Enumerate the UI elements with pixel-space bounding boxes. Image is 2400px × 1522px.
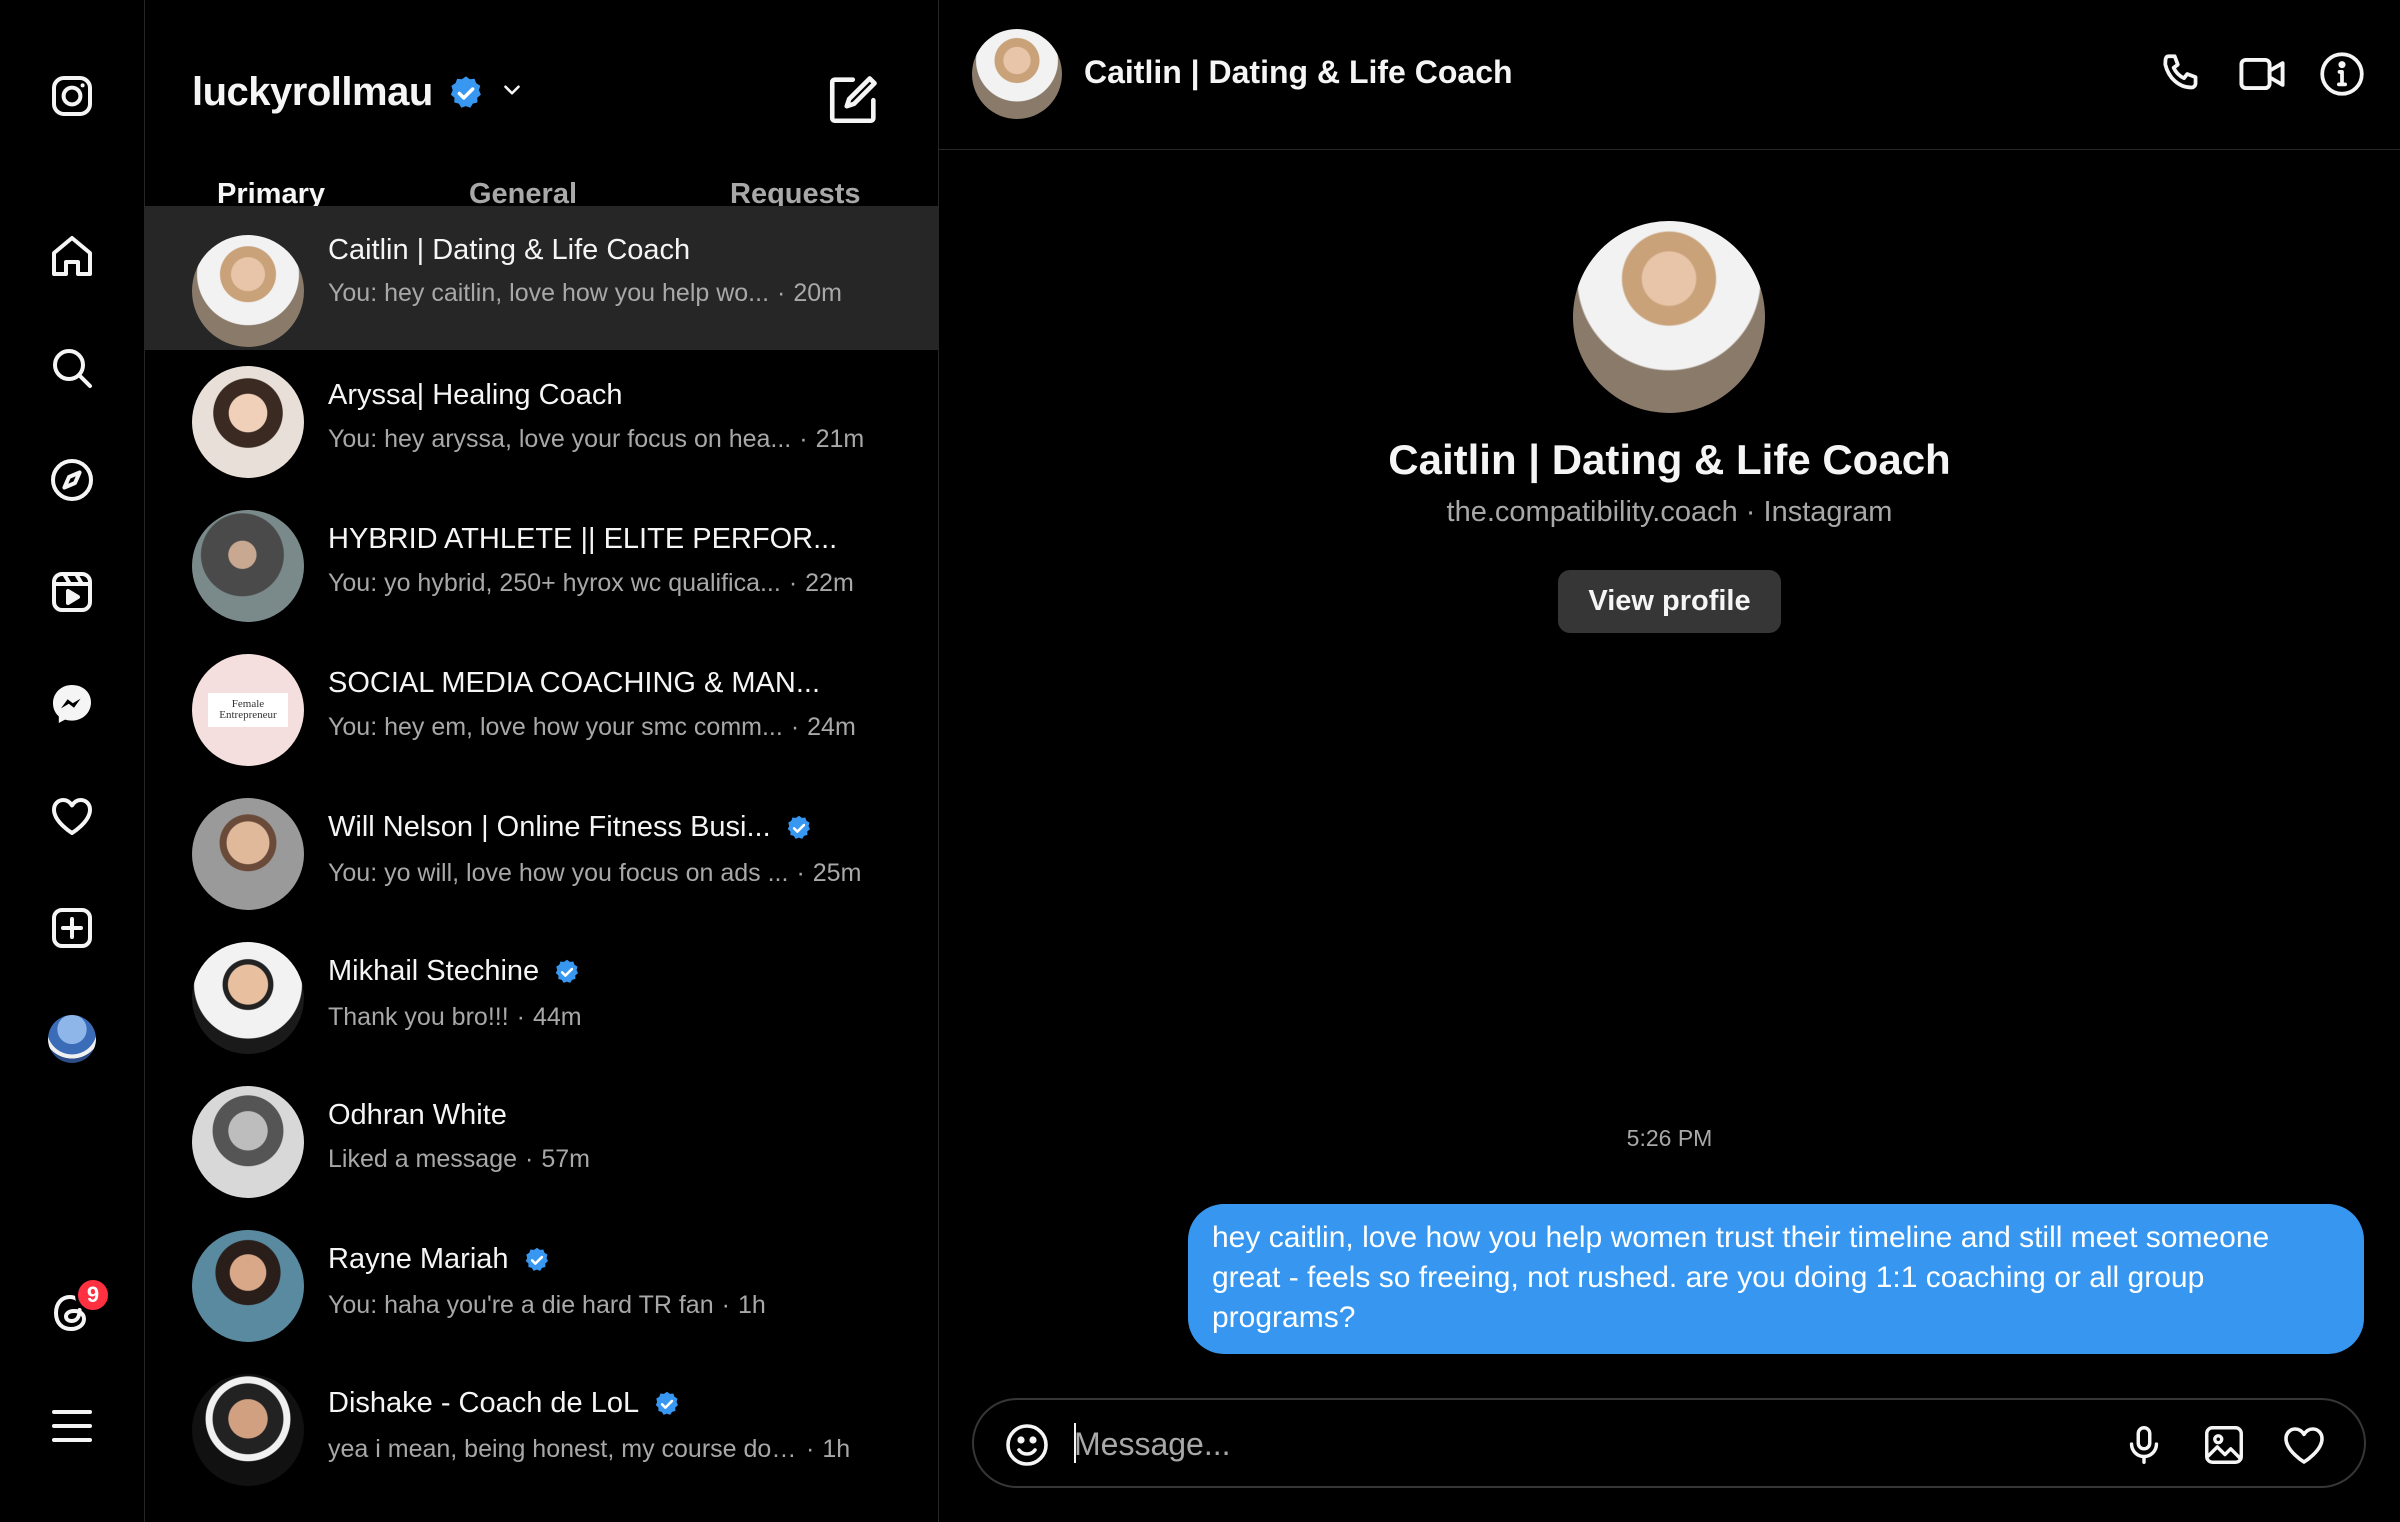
conversation-preview: You: yo hybrid, 250+ hyrox wc qualifica.… xyxy=(328,569,854,597)
conversation-name: Odhran White xyxy=(328,1099,507,1131)
create-icon[interactable] xyxy=(46,902,98,954)
like-heart-icon[interactable] xyxy=(2279,1420,2329,1470)
conversation-preview: yea i mean, being honest, my course doe.… xyxy=(328,1435,851,1463)
conversation-item[interactable]: Caitlin | Dating & Life Coach You: hey c… xyxy=(145,206,938,350)
left-nav-rail: 9 xyxy=(0,0,145,1522)
conversation-item[interactable]: Rayne Mariah You: haha you're a die hard… xyxy=(145,1214,938,1358)
account-switcher[interactable]: luckyrollmau xyxy=(192,70,525,115)
avatar xyxy=(192,942,304,1054)
avatar xyxy=(192,1086,304,1198)
view-profile-button[interactable]: View profile xyxy=(1558,570,1781,633)
new-message-compose-icon[interactable] xyxy=(825,70,883,128)
verified-badge-icon xyxy=(447,74,485,112)
chat-profile-name: Caitlin | Dating & Life Coach xyxy=(1388,436,1951,483)
profile-avatar[interactable] xyxy=(48,1015,96,1063)
chat-profile-avatar xyxy=(1573,221,1765,413)
conversation-preview: You: hey aryssa, love your focus on hea.… xyxy=(328,425,865,453)
chat-header-avatar[interactable] xyxy=(972,29,1062,119)
verified-badge-icon xyxy=(655,1391,679,1415)
conversation-preview: Liked a message · 57m xyxy=(328,1145,590,1173)
conversation-name: Rayne Mariah xyxy=(328,1243,551,1276)
conversation-name: Caitlin | Dating & Life Coach xyxy=(328,234,691,266)
audio-call-icon[interactable] xyxy=(2154,46,2210,102)
avatar xyxy=(192,798,304,910)
conversation-name: Mikhail Stechine xyxy=(328,955,581,988)
verified-badge-icon xyxy=(525,1247,548,1271)
message-input[interactable] xyxy=(1074,1418,2094,1470)
search-icon[interactable] xyxy=(46,342,98,394)
message-composer xyxy=(972,1398,2366,1488)
avatar xyxy=(192,235,304,347)
notifications-heart-icon[interactable] xyxy=(46,790,98,842)
conversation-name: Dishake - Coach de LoL xyxy=(328,1387,681,1420)
conversation-preview: You: hey em, love how your smc comm... · 2… xyxy=(328,713,856,741)
conversation-item[interactable]: Odhran White Liked a message · 57m xyxy=(145,1070,938,1214)
conversation-item[interactable]: HYBRID ATHLETE || ELITE PERFOR... You: y… xyxy=(145,494,938,638)
avatar xyxy=(192,510,304,622)
account-name: luckyrollmau xyxy=(192,70,433,114)
avatar xyxy=(192,1230,304,1342)
conversation-name: SOCIAL MEDIA COACHING & MAN... xyxy=(328,667,821,699)
conversation-preview: Thank you bro!!! · 44m xyxy=(328,1003,582,1031)
sent-message-bubble[interactable]: hey caitlin, love how you help women tru… xyxy=(1188,1204,2364,1354)
conversation-preview: You: yo will, love how you focus on ads … xyxy=(328,859,862,887)
conversation-item[interactable]: Dishake - Coach de LoL yea i mean, being… xyxy=(145,1358,938,1502)
emoji-icon[interactable] xyxy=(1002,1420,1052,1470)
chat-profile-subtitle: the.compatibility.coach · Instagram xyxy=(1446,496,1893,528)
conversation-preview: You: hey caitlin, love how you help wo..… xyxy=(328,279,842,307)
conversation-item[interactable]: Aryssa| Healing Coach You: hey aryssa, l… xyxy=(145,350,938,494)
video-call-icon[interactable] xyxy=(2234,46,2290,102)
threads-notification-badge: 9 xyxy=(75,1277,111,1313)
conversation-info-icon[interactable] xyxy=(2314,46,2370,102)
messenger-icon[interactable] xyxy=(46,678,98,730)
conversation-name: Aryssa| Healing Coach xyxy=(328,379,623,411)
menu-icon[interactable] xyxy=(46,1400,98,1452)
avatar xyxy=(192,366,304,478)
reels-icon[interactable] xyxy=(46,566,98,618)
chevron-down-icon xyxy=(499,77,525,108)
chat-panel: Caitlin | Dating & Life Coach Caitlin | … xyxy=(939,0,2400,1522)
conversation-preview: You: haha you're a die hard TR fan · 1h xyxy=(328,1291,766,1319)
verified-badge-icon xyxy=(787,815,810,839)
conversation-item[interactable]: Female Entrepreneur SOCIAL MEDIA COACHING… xyxy=(145,638,938,782)
conversation-item[interactable]: Mikhail Stechine Thank you bro!!! · 44m xyxy=(145,926,938,1070)
home-icon[interactable] xyxy=(46,230,98,282)
inbox-panel: luckyrollmau Primary General Requests Ca… xyxy=(145,0,939,1522)
instagram-logo-icon[interactable] xyxy=(46,70,98,122)
verified-badge-icon xyxy=(555,959,579,983)
conversation-name: Will Nelson | Online Fitness Busi... xyxy=(328,811,813,844)
chat-header: Caitlin | Dating & Life Coach xyxy=(939,0,2400,150)
conversation-item[interactable]: Will Nelson | Online Fitness Busi... You… xyxy=(145,782,938,926)
chat-header-name[interactable]: Caitlin | Dating & Life Coach xyxy=(1084,54,1513,91)
photo-icon[interactable] xyxy=(2199,1420,2249,1470)
conversation-name: HYBRID ATHLETE || ELITE PERFOR... xyxy=(328,523,838,555)
microphone-icon[interactable] xyxy=(2119,1420,2169,1470)
message-timestamp: 5:26 PM xyxy=(1626,1125,1713,1151)
avatar xyxy=(192,1374,304,1486)
explore-icon[interactable] xyxy=(46,454,98,506)
avatar: Female Entrepreneur xyxy=(192,654,304,766)
